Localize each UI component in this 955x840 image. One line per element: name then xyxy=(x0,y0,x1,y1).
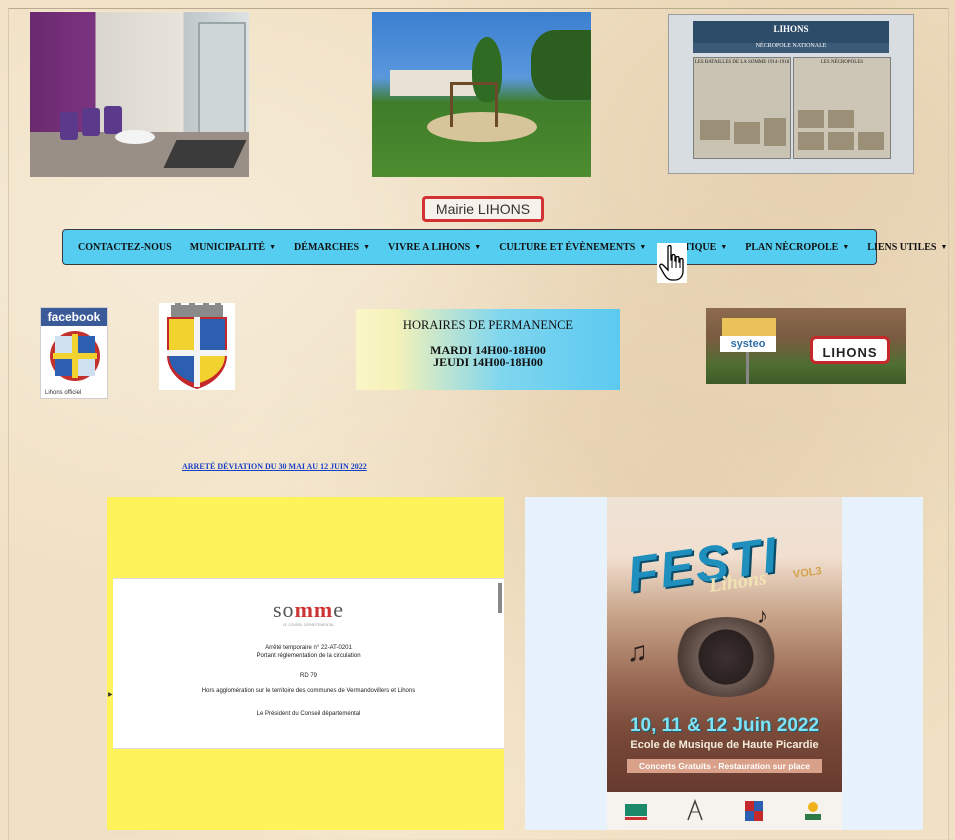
panel-left-caption: LES BATAILLES DE LA SOMME 1914-1918 xyxy=(694,60,790,65)
facebook-logo: facebook xyxy=(41,308,107,326)
sponsor-logos xyxy=(607,792,842,830)
doc-line: Portant réglementation de la circulation xyxy=(256,653,361,659)
doc-line: RD 79 xyxy=(299,673,317,679)
logo-part: e xyxy=(333,597,344,622)
doc-line: Arrêté temporaire n° 22-AT-0201 xyxy=(265,645,352,651)
panel-map-left: LES BATAILLES DE LA SOMME 1914-1918 xyxy=(693,57,791,159)
logo-part: mm xyxy=(294,597,334,622)
credit-agricole-logo-icon xyxy=(625,804,648,820)
nav-item-label: CULTURE ET ÉVÈNEMENTS xyxy=(499,241,636,253)
panel-map-right: LES NÉCROPOLES xyxy=(793,57,891,159)
chair xyxy=(60,112,78,140)
facebook-link[interactable]: facebook Lihons officiel xyxy=(40,307,108,399)
nav-item-plan-necropole[interactable]: PLAN NÈCROPOLE ▼ xyxy=(736,242,858,253)
nav-item-municipalite[interactable]: MUNICIPALITÉ ▼ xyxy=(181,242,285,253)
festival-poster: FESTI Lihons VOL3 ♫ ♪ 10, 11 & 12 Juin 2… xyxy=(607,497,842,830)
sign-post xyxy=(746,352,749,384)
deviation-order-link[interactable]: ARRETÉ DÉVIATION DU 30 MAI AU 12 JUIN 20… xyxy=(182,462,367,471)
logo-subtitle: LE CONSEIL DÉPARTEMENTAL xyxy=(282,623,335,627)
hours-thursday: JEUDI 14H00-18H00 xyxy=(433,355,543,369)
nav-item-label: DÉMARCHES xyxy=(294,241,360,253)
panel-right-caption: LES NÉCROPOLES xyxy=(820,60,864,65)
nav-item-label: VIVRE A LIHONS xyxy=(388,241,471,253)
site-title-label[interactable]: Mairie LIHONS xyxy=(422,196,544,222)
caret-down-icon: ▼ xyxy=(363,243,370,251)
chair xyxy=(104,106,122,134)
nav-item-culture-et-evenements[interactable]: CULTURE ET ÉVÈNEMENTS ▼ xyxy=(490,242,655,253)
somme-logo: somme xyxy=(113,597,504,623)
coat-of-arms-icon xyxy=(50,331,100,381)
nav-item-label: CONTACTEZ-NOUS xyxy=(78,241,172,253)
nav-item-label: PLAN NÈCROPOLE xyxy=(745,241,839,253)
doc-line: Le Président du Conseil départemental xyxy=(256,711,361,717)
lihons-crest-logo-icon xyxy=(744,801,763,821)
caret-down-icon: ▼ xyxy=(720,243,728,251)
logo-part: so xyxy=(273,597,295,622)
opening-hours-box: HORAIRES DE PERMANENCE MARDI 14H00-18H00… xyxy=(356,309,620,390)
poster-date: 10, 11 & 12 Juin 2022 xyxy=(629,715,820,736)
play-arrow-icon[interactable]: ▶ xyxy=(108,691,113,698)
panel-title: LIHONS xyxy=(773,24,809,34)
caret-down-icon: ▼ xyxy=(842,243,850,251)
poster-school: Ecole de Musique de Haute Picardie xyxy=(630,739,819,751)
caret-down-icon: ▼ xyxy=(940,243,948,251)
hand-pointer-icon xyxy=(657,243,687,283)
hours-title: HORAIRES DE PERMANENCE xyxy=(402,318,574,332)
facebook-caption: Lihons officiel xyxy=(45,390,82,396)
trees xyxy=(531,30,591,100)
nav-item-label: MUNICIPALITÉ xyxy=(189,241,266,253)
music-note-icon: ♪ xyxy=(757,603,768,628)
play-structure xyxy=(450,82,498,127)
info-sign xyxy=(722,318,776,336)
doormat xyxy=(163,140,247,168)
caret-down-icon: ▼ xyxy=(269,243,277,251)
music-note-icon: ♫ xyxy=(627,637,648,668)
chair xyxy=(82,108,100,136)
mairie-hall-photo xyxy=(30,12,249,177)
caret-down-icon: ▼ xyxy=(639,243,647,251)
crest-icon xyxy=(167,303,227,389)
poster-volume: VOL3 xyxy=(792,565,823,581)
table xyxy=(115,130,155,144)
playground-photo xyxy=(372,12,591,177)
systeo-sign-photo[interactable]: systeo LIHONS xyxy=(706,308,906,384)
town-sign: LIHONS xyxy=(810,336,890,364)
systeo-sign: systeo xyxy=(720,336,776,352)
nav-item-vivre-a-lihons[interactable]: VIVRE A LIHONS ▼ xyxy=(379,242,490,253)
door xyxy=(198,22,246,136)
document-page: ▶ somme LE CONSEIL DÉPARTEMENTAL Arrêté … xyxy=(108,578,504,749)
poster-concerts: Concerts Gratuits - Restauration sur pla… xyxy=(627,759,822,773)
nav-item-label: LIENS UTILES xyxy=(867,241,937,253)
festival-poster-panel[interactable]: FESTI Lihons VOL3 ♫ ♪ 10, 11 & 12 Juin 2… xyxy=(525,497,923,830)
document-viewer[interactable]: ▶ somme LE CONSEIL DÉPARTEMENTAL Arrêté … xyxy=(107,497,504,830)
guitar-icon xyxy=(671,617,781,697)
nav-item-demarches[interactable]: DÉMARCHES ▼ xyxy=(285,242,379,253)
nav-item-contactez-nous[interactable]: CONTACTEZ-NOUS xyxy=(69,242,181,253)
caret-down-icon: ▼ xyxy=(474,243,482,251)
nav-item-liens-utiles[interactable]: LIENS UTILES ▼ xyxy=(858,242,955,253)
music-school-logo-icon xyxy=(687,798,703,821)
main-nav: CONTACTEZ-NOUS MUNICIPALITÉ ▼ DÉMARCHES … xyxy=(62,229,947,265)
doc-line: Hors agglomération sur le territoire des… xyxy=(201,688,416,694)
terre-picardie-logo-icon xyxy=(804,802,821,820)
panel-subtitle: NÉCROPOLE NATIONALE xyxy=(755,43,827,49)
coat-of-arms-image xyxy=(159,303,235,390)
necropole-panel-photo: LIHONS NÉCROPOLE NATIONALE LES BATAILLES… xyxy=(668,14,914,174)
